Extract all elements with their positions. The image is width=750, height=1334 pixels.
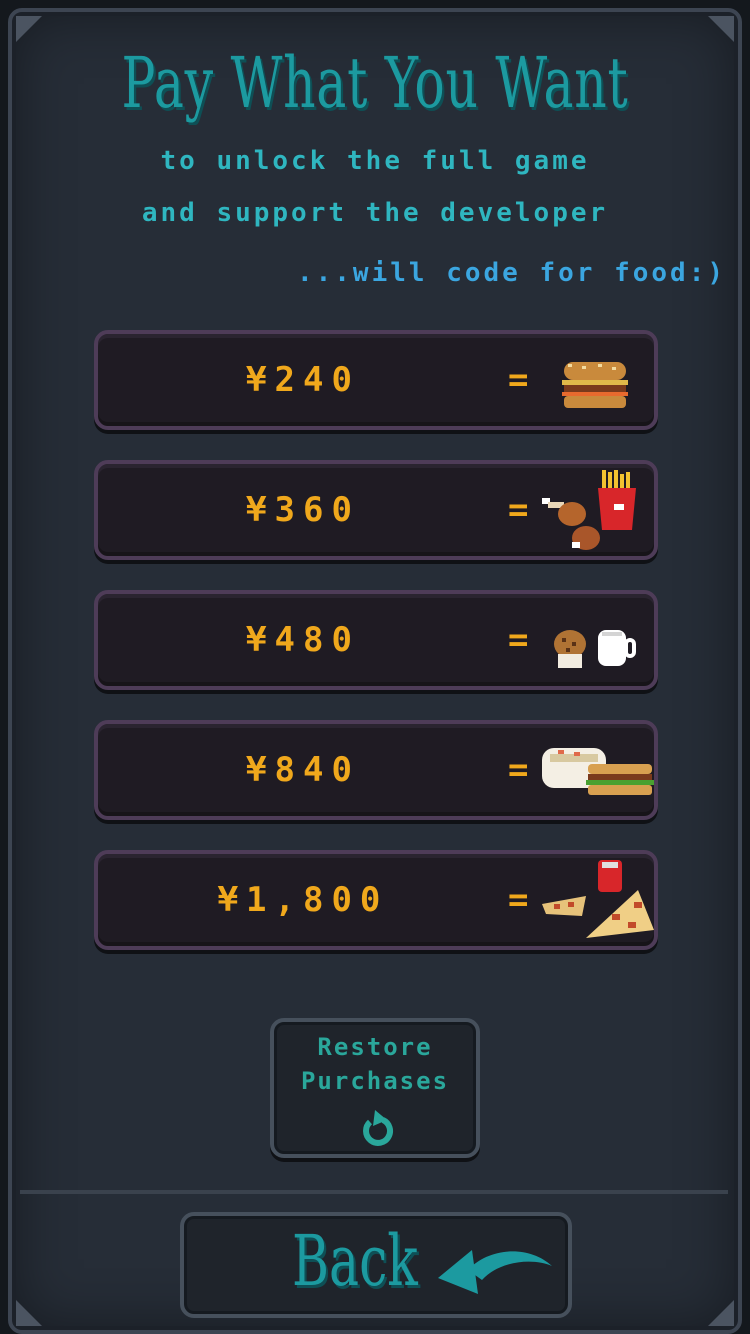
restore-purchases-button[interactable]: Restore Purchases — [270, 1018, 480, 1158]
tier-price: ¥360 — [246, 490, 360, 530]
noodles-sandwich-icon — [542, 748, 654, 795]
price-tier-button[interactable]: ¥360 = — [94, 460, 658, 560]
refresh-icon — [363, 1110, 394, 1146]
tier-equals: = — [508, 360, 529, 400]
tier-equals: = — [508, 490, 529, 530]
frame-corner — [16, 1300, 42, 1326]
price-tier-button[interactable]: ¥480 = — [94, 590, 658, 690]
frame-corner — [16, 16, 42, 42]
price-tier-button[interactable]: ¥840 = — [94, 720, 658, 820]
back-arrow-icon — [438, 1250, 552, 1294]
tier-price: ¥480 — [246, 620, 360, 660]
subtitle-line2: and support the developer — [141, 198, 609, 228]
tier-price: ¥840 — [246, 750, 360, 790]
tier-equals: = — [508, 880, 529, 920]
tagline: ...will code for food:) — [296, 258, 726, 288]
tier-price: ¥1,800 — [217, 880, 389, 920]
restore-label-line1: Restore — [317, 1033, 433, 1061]
divider — [20, 1190, 728, 1194]
tier-price: ¥240 — [246, 360, 360, 400]
price-tier-button[interactable]: ¥240 = — [94, 330, 658, 430]
subtitle-line1: to unlock the full game — [160, 146, 590, 176]
frame-corner — [708, 16, 734, 42]
frame-corner — [708, 1300, 734, 1326]
price-tier-button[interactable]: ¥1,800 = — [94, 850, 658, 950]
back-button[interactable]: Back — [180, 1212, 572, 1318]
burger-icon — [562, 362, 628, 408]
tier-equals: = — [508, 750, 529, 790]
muffin-coffee-icon — [554, 630, 636, 668]
page-title: Pay What You Want — [121, 42, 629, 124]
back-label: Back — [292, 1220, 418, 1302]
fries-chicken-icon — [542, 470, 636, 550]
restore-label-line2: Purchases — [300, 1067, 450, 1095]
pizza-soda-icon — [542, 860, 654, 938]
price-tier-list: ¥240 = ¥360 = ¥480 = ¥840 = ¥1,800 = — [94, 330, 658, 980]
tier-equals: = — [508, 620, 529, 660]
